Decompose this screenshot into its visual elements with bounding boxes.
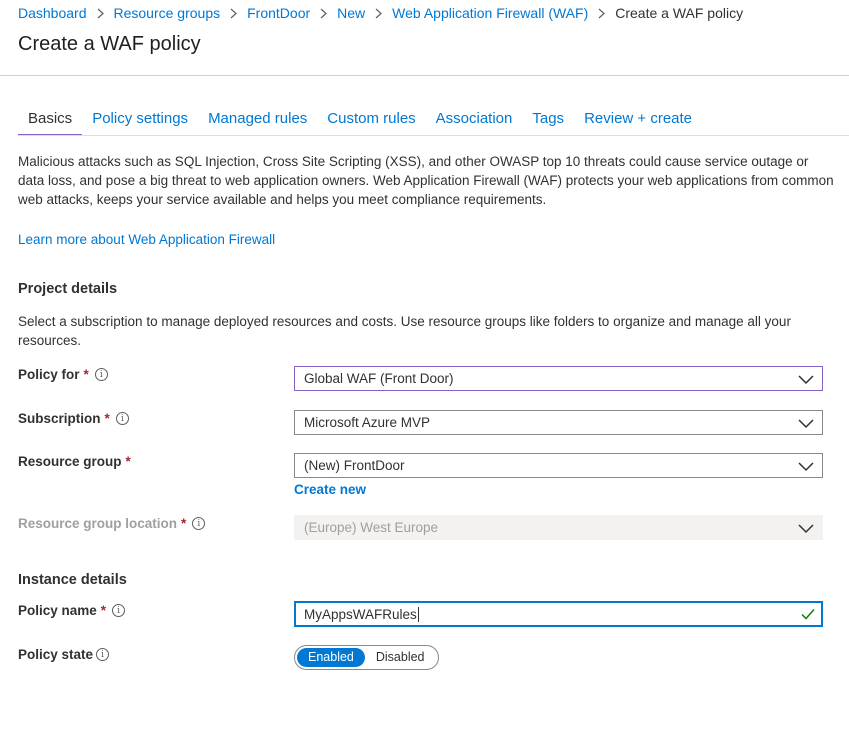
chevron-down-icon: [798, 375, 814, 385]
required-marker: *: [83, 367, 89, 382]
info-icon[interactable]: i: [115, 412, 129, 425]
tab-policy-settings[interactable]: Policy settings: [82, 104, 198, 136]
chevron-down-icon: [798, 419, 814, 429]
text-caret: [417, 606, 419, 622]
chevron-right-icon: [230, 8, 238, 19]
required-marker: *: [104, 411, 110, 426]
policy-state-label: Policy state i: [18, 647, 110, 662]
resource-group-location-value: (Europe) West Europe: [304, 520, 439, 535]
chevron-right-icon: [598, 8, 606, 19]
tab-bar: Basics Policy settings Managed rules Cus…: [18, 104, 702, 136]
policy-state-disabled[interactable]: Disabled: [365, 648, 436, 667]
subscription-label: Subscription * i: [18, 411, 129, 426]
breadcrumb-frontdoor[interactable]: FrontDoor: [247, 5, 310, 21]
policy-for-dropdown[interactable]: Global WAF (Front Door): [294, 366, 823, 391]
subscription-dropdown[interactable]: Microsoft Azure MVP: [294, 410, 823, 435]
chevron-right-icon: [375, 8, 383, 19]
resource-group-dropdown[interactable]: (New) FrontDoor: [294, 453, 823, 478]
info-icon[interactable]: i: [112, 604, 126, 617]
tab-review-create[interactable]: Review + create: [574, 104, 702, 136]
tab-basics[interactable]: Basics: [18, 104, 83, 136]
info-icon[interactable]: i: [192, 517, 206, 530]
policy-name-label-text: Policy name: [18, 603, 97, 618]
breadcrumb-current: Create a WAF policy: [615, 5, 744, 21]
learn-more-link[interactable]: Learn more about Web Application Firewal…: [18, 232, 275, 247]
title-divider: [0, 75, 849, 76]
breadcrumb-new[interactable]: New: [337, 5, 365, 21]
policy-name-label: Policy name * i: [18, 603, 126, 618]
breadcrumb-dashboard[interactable]: Dashboard: [18, 5, 87, 21]
intro-description: Malicious attacks such as SQL Injection,…: [18, 154, 834, 207]
resource-group-value: (New) FrontDoor: [304, 458, 405, 473]
tab-managed-rules[interactable]: Managed rules: [198, 104, 317, 136]
subscription-label-text: Subscription: [18, 411, 101, 426]
policy-for-value: Global WAF (Front Door): [304, 371, 454, 386]
project-details-description: Select a subscription to manage deployed…: [18, 314, 791, 348]
tab-association[interactable]: Association: [426, 104, 523, 136]
policy-for-label-text: Policy for: [18, 367, 80, 382]
page-title: Create a WAF policy: [18, 33, 201, 55]
policy-name-value: MyAppsWAFRules: [304, 606, 417, 622]
tab-tags[interactable]: Tags: [522, 104, 574, 136]
resource-group-location-label: Resource group location * i: [18, 516, 206, 531]
policy-state-enabled[interactable]: Enabled: [297, 648, 365, 667]
instance-details-title: Instance details: [18, 572, 127, 588]
chevron-right-icon: [320, 8, 328, 19]
policy-state-label-text: Policy state: [18, 647, 94, 662]
breadcrumb-resource-groups[interactable]: Resource groups: [114, 5, 221, 21]
required-marker: *: [181, 516, 187, 531]
chevron-down-icon: [798, 462, 814, 472]
resource-group-label-text: Resource group: [18, 454, 122, 469]
breadcrumb-waf[interactable]: Web Application Firewall (WAF): [392, 5, 588, 21]
info-icon[interactable]: i: [96, 648, 110, 661]
subscription-value: Microsoft Azure MVP: [304, 415, 431, 430]
tab-custom-rules[interactable]: Custom rules: [317, 104, 425, 136]
breadcrumb: Dashboard Resource groups FrontDoor New …: [18, 4, 743, 22]
resource-group-label: Resource group *: [18, 454, 131, 469]
policy-for-label: Policy for * i: [18, 367, 108, 382]
checkmark-icon: [801, 609, 815, 620]
required-marker: *: [100, 603, 107, 618]
resource-group-location-label-text: Resource group location: [18, 516, 178, 531]
project-details-title: Project details: [18, 281, 118, 297]
policy-state-toggle: Enabled Disabled: [294, 645, 439, 670]
required-marker: *: [125, 454, 131, 469]
create-new-link[interactable]: Create new: [294, 482, 366, 497]
chevron-down-icon: [798, 524, 814, 534]
policy-name-input[interactable]: MyAppsWAFRules: [294, 601, 823, 627]
info-icon[interactable]: i: [94, 368, 108, 381]
tabs-divider: [18, 135, 849, 136]
chevron-right-icon: [97, 8, 104, 19]
resource-group-location-dropdown: (Europe) West Europe: [294, 515, 823, 540]
